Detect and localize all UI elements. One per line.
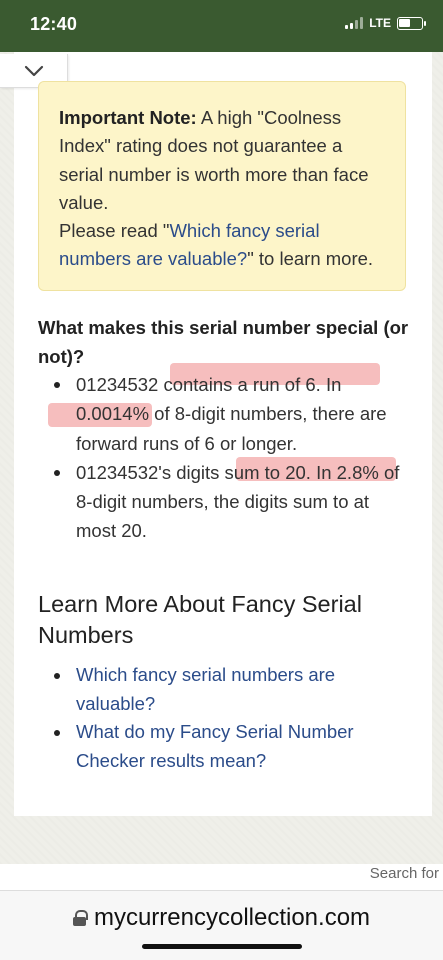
note-label: Important Note: <box>59 107 197 128</box>
chevron-down-icon <box>24 65 43 76</box>
learn-link-results[interactable]: What do my Fancy Serial Number Checker r… <box>38 718 408 775</box>
note-read-prefix: Please read " <box>59 220 170 242</box>
important-note: Important Note: A high "Coolness Index" … <box>38 81 406 291</box>
list-item: 01234532's digits sum to 20. In 2.8% of … <box>38 458 408 546</box>
learn-more-list: Which fancy serial numbers are valuable?… <box>38 661 408 775</box>
network-type: LTE <box>369 16 391 30</box>
home-indicator[interactable] <box>142 944 302 949</box>
learn-more-heading: Learn More About Fancy Serial Numbers <box>38 591 362 648</box>
url-display[interactable]: mycurrencycollection.com <box>0 904 443 932</box>
signal-icon <box>345 17 364 29</box>
status-icons: LTE <box>345 16 426 30</box>
lock-icon <box>72 910 88 926</box>
status-bar: 12:40 LTE <box>0 0 443 52</box>
note-read-suffix: " to learn more. <box>247 248 374 270</box>
search-for-hint[interactable]: Search for <box>370 865 439 882</box>
learn-link-valuable[interactable]: Which fancy serial numbers are valuable? <box>38 661 408 718</box>
battery-icon <box>397 16 426 30</box>
list-item: 01234532 contains a run of 6. In 0.0014%… <box>38 370 408 458</box>
status-time: 12:40 <box>30 14 78 34</box>
url-text: mycurrencycollection.com <box>93 904 371 931</box>
special-list: 01234532 contains a run of 6. In 0.0014%… <box>38 370 408 546</box>
